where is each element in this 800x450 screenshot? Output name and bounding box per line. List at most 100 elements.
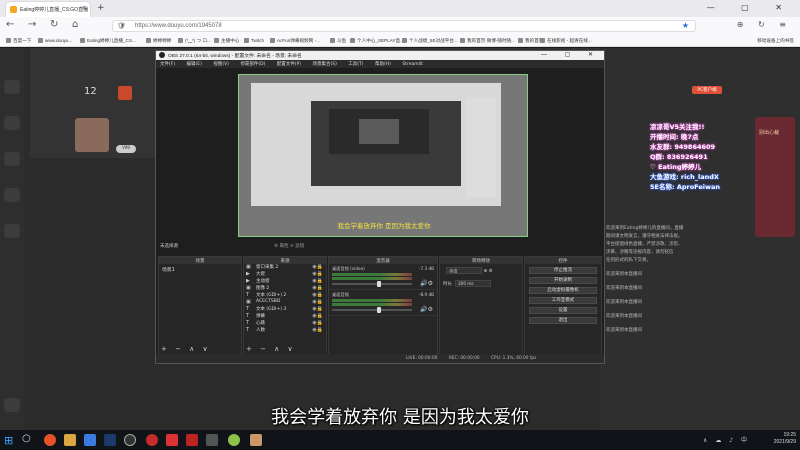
bookmark-item[interactable]: Eating婷婷儿直播_CS... [80,38,136,44]
source-item[interactable]: T 文本 (GDI+) 2 ◉🔒 [244,292,326,299]
reload-icon[interactable]: ↻ [50,19,58,30]
volume-slider-knob[interactable] [377,281,381,287]
bookmark-item[interactable]: www.douyu... [38,38,72,43]
speaker-gear-icon[interactable]: 🔊⚙ [420,306,433,313]
toolbar-right-icons[interactable]: ⊕ ↻ ≡ [737,20,792,29]
volume-slider[interactable] [332,309,412,311]
game-icon[interactable] [186,434,198,446]
virtual-camera-button[interactable]: 启动虚拟摄像机 [529,287,597,294]
clock[interactable]: 19:25 2021/9/29 [716,432,796,448]
menu-streamlit[interactable]: Streamlit [402,62,423,67]
visibility-lock-icon[interactable]: ◉🔒 [312,264,323,270]
visibility-lock-icon[interactable]: ◉🔒 [312,313,323,319]
mobile-bookmarks[interactable]: 移动设备上的书签 [757,38,794,44]
menu-scene-collection[interactable]: 场景集合(S) [312,62,336,67]
app-green-icon[interactable] [228,434,240,446]
bookmark-item[interactable]: 斗鱼 [330,38,346,44]
bookmark-item[interactable]: (*‿*) つ ロ... [178,38,211,44]
weibo-icon[interactable] [166,434,178,446]
transition-type-select[interactable]: 淡出 [446,267,482,274]
source-item[interactable]: ▶ 主动窗 ◉🔒 [244,278,326,285]
sidebar-video-icon[interactable] [4,224,20,238]
sidebar-category-icon[interactable] [4,152,20,166]
file-explorer-icon[interactable] [64,434,76,446]
menu-help[interactable]: 帮助(H) [375,62,391,67]
app-icon[interactable] [84,434,96,446]
visibility-lock-icon[interactable]: ◉🔒 [312,306,323,312]
volume-slider-knob[interactable] [377,307,381,313]
browser-tab[interactable]: Eating婷婷儿直播_CS:GO直播 × [6,2,90,17]
source-footer-buttons[interactable]: + − ∧ ∨ [246,345,296,353]
start-recording-button[interactable]: 开始录制 [529,277,597,284]
scene-footer-buttons[interactable]: + − ∧ ∨ [161,345,211,353]
visibility-lock-icon[interactable]: ◉🔒 [312,285,323,291]
menu-file[interactable]: 文件(F) [160,62,175,67]
source-item[interactable]: T 文本 (GDI+) 3 ◉🔒 [244,306,326,313]
source-item[interactable]: ▣ ACECTSBD ◉🔒 [244,299,326,306]
obs-window-controls[interactable]: — ▢ ✕ [541,51,601,58]
site-info-icon[interactable]: 🛡 [117,22,126,30]
search-icon[interactable]: ○ [22,433,31,444]
visibility-lock-icon[interactable]: ◉🔒 [312,271,323,277]
menu-view[interactable]: 视图(V) [213,62,229,67]
bookmark-item[interactable]: 在线影视 - 超清在线... [540,38,592,44]
studio-mode-button[interactable]: 工作室模式 [529,297,597,304]
bookmark-item[interactable]: Twitch [244,38,264,43]
back-icon[interactable]: ← [6,19,14,30]
visibility-lock-icon[interactable]: ◉🔒 [312,278,323,284]
volume-slider[interactable] [332,283,412,285]
properties-filters-buttons[interactable]: ⚙ 属性 ⊘ 滤镜 [274,243,304,249]
start-icon[interactable]: ⊞ [4,434,13,447]
home-icon[interactable]: ⌂ [72,19,78,30]
transition-add-icon[interactable]: ⊕ ⚙ [483,269,492,274]
bookmark-item[interactable]: 个人战绩_5E对战平台... [402,38,458,44]
visibility-lock-icon[interactable]: ◉🔒 [312,299,323,305]
obs-icon[interactable] [124,434,136,446]
bookmark-item[interactable]: 我的首页 微博-随时随... [460,38,515,44]
browser-window-controls[interactable]: — ▢ ✕ [707,3,794,12]
bookmark-item[interactable]: 个人中心_SEPLAY直... [350,38,404,44]
steam-icon[interactable] [104,434,116,446]
firefox-icon[interactable] [44,434,56,446]
source-item[interactable]: ▶ 大佬 ◉🔒 [244,271,326,278]
exit-button[interactable]: 退出 [529,317,597,324]
stop-streaming-button[interactable]: 停止推流 [529,267,597,274]
pc-client-button[interactable]: PC客户端 [692,86,722,94]
bookmark-item[interactable]: 婷婷婷婷 [146,38,171,44]
scene-item[interactable]: 场景1 [159,264,241,275]
speaker-gear-icon[interactable]: 🔊⚙ [420,280,433,287]
duration-input[interactable]: 300 ms [455,280,491,287]
new-tab-button[interactable]: + [97,3,105,13]
sidebar-game-icon[interactable] [4,188,20,202]
source-item[interactable]: T 心跳 ◉🔒 [244,320,326,327]
visibility-lock-icon[interactable]: ◉🔒 [312,292,323,298]
sidebar-follow-icon[interactable] [4,116,20,130]
forward-icon[interactable]: → [28,19,36,30]
bookmark-item[interactable]: 主播中心 [214,38,239,44]
bookmark-item[interactable]: 百度一下 [6,38,31,44]
visibility-lock-icon[interactable]: ◉🔒 [312,327,323,333]
obs-window[interactable]: OBS 27.0.1 (64-bit, windows) - 配置文件: 未命名… [155,50,605,364]
source-item[interactable]: ▣ 窗口采集 2 ◉🔒 [244,264,326,271]
menu-profile[interactable]: 配置文件(P) [277,62,301,67]
menu-edit[interactable]: 编辑(E) [187,62,202,67]
settings-button[interactable]: 设置 [529,307,597,314]
source-item[interactable]: T 人数 ◉🔒 [244,327,326,334]
bookmark-item[interactable]: AcFun弹幕视频网 -... [270,38,320,44]
sidebar-home-icon[interactable] [4,80,20,94]
csgo-icon[interactable] [206,434,218,446]
app-folder-icon[interactable] [250,434,262,446]
obs-preview[interactable]: 我会学着放弃你 是因为我太爱你 [238,74,528,237]
visibility-lock-icon[interactable]: ◉🔒 [312,320,323,326]
source-item[interactable]: T 弹幕 ◉🔒 [244,313,326,320]
transition-type-row[interactable]: 淡出 ⊕ ⚙ [440,264,522,277]
close-tab-icon[interactable]: × [82,5,86,12]
bookmark-star-icon[interactable]: ★ [682,21,689,30]
promo-banner[interactable]: 别出心裁 [755,117,795,237]
source-item[interactable]: ▣ 图像 2 ◉🔒 [244,285,326,292]
netease-music-icon[interactable] [146,434,158,446]
streamer-avatar[interactable] [75,118,109,152]
menu-docks[interactable]: 停靠部件(D) [240,62,265,67]
menu-tools[interactable]: 工具(T) [348,62,363,67]
address-bar[interactable]: 🛡 https://www.douyu.com/1945078 ★ [112,20,696,32]
